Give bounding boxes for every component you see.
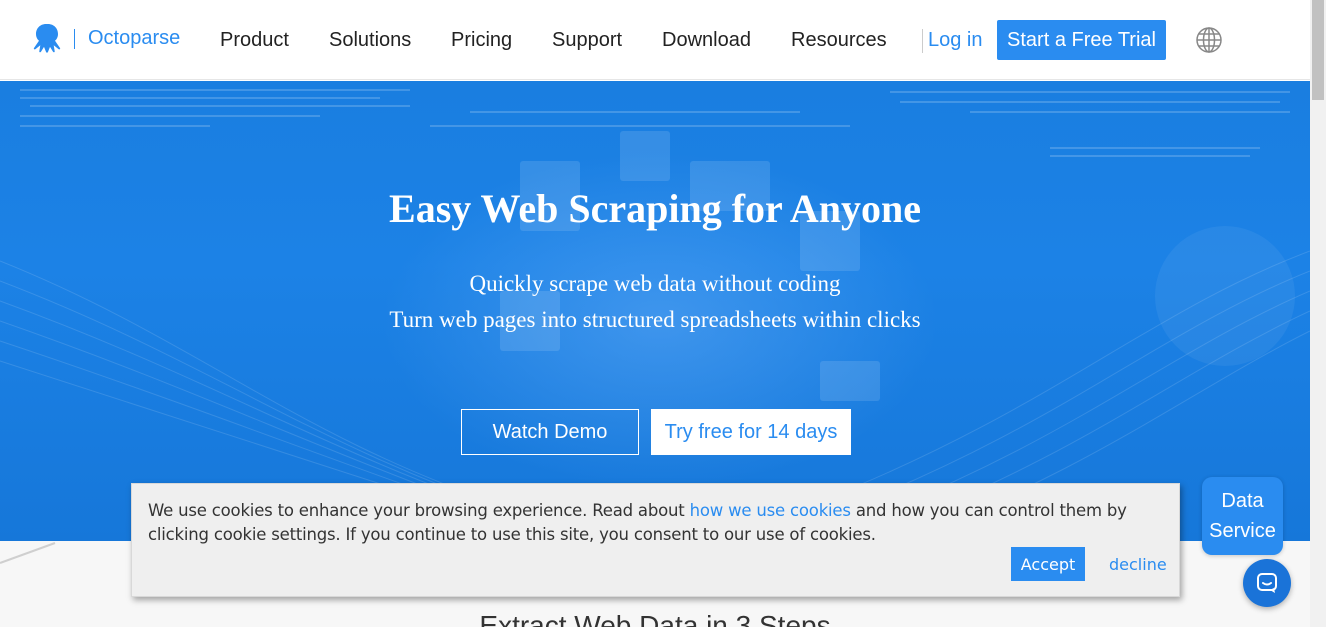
octopus-logo-icon[interactable] xyxy=(30,22,62,54)
data-service-line2: Service xyxy=(1209,520,1276,542)
accept-cookies-button[interactable]: Accept xyxy=(1011,547,1085,581)
try-free-button[interactable]: Try free for 14 days xyxy=(651,409,851,455)
cookie-text-before: We use cookies to enhance your browsing … xyxy=(148,501,690,520)
chat-launcher-button[interactable] xyxy=(1243,559,1291,607)
cookie-banner: We use cookies to enhance your browsing … xyxy=(131,483,1180,597)
nav-solutions[interactable]: Solutions xyxy=(329,29,411,52)
data-service-button[interactable]: Data Service xyxy=(1202,477,1283,555)
decline-cookies-link[interactable]: decline xyxy=(1109,555,1167,574)
hero-subtitle-1: Quickly scrape web data without coding xyxy=(469,271,841,296)
nav-support[interactable]: Support xyxy=(552,29,622,52)
hero-section: Easy Web Scraping for Anyone Quickly scr… xyxy=(0,81,1310,541)
nav-resources[interactable]: Resources xyxy=(791,29,887,52)
cookie-policy-link[interactable]: how we use cookies xyxy=(690,501,851,520)
start-free-trial-button[interactable]: Start a Free Trial xyxy=(997,20,1166,60)
site-header: Octoparse Product Solutions Pricing Supp… xyxy=(0,0,1310,80)
section-decoration xyxy=(0,542,56,564)
logo-divider xyxy=(74,29,75,49)
steps-title: Extract Web Data in 3 Steps xyxy=(479,610,831,627)
hero-title: Easy Web Scraping for Anyone xyxy=(389,186,921,231)
brand-name[interactable]: Octoparse xyxy=(88,27,180,50)
login-link[interactable]: Log in xyxy=(928,29,983,52)
nav-pricing[interactable]: Pricing xyxy=(451,29,512,52)
globe-icon[interactable] xyxy=(1195,26,1223,54)
nav-download[interactable]: Download xyxy=(662,29,751,52)
data-service-line1: Data xyxy=(1221,490,1264,512)
cookie-message: We use cookies to enhance your browsing … xyxy=(148,499,1148,547)
watch-demo-button[interactable]: Watch Demo xyxy=(461,409,639,455)
nav-product[interactable]: Product xyxy=(220,29,289,52)
page-scrollbar-thumb[interactable] xyxy=(1312,0,1324,100)
chat-icon xyxy=(1257,573,1277,593)
nav-divider xyxy=(922,29,923,53)
hero-subtitle-2: Turn web pages into structured spreadshe… xyxy=(389,307,921,332)
